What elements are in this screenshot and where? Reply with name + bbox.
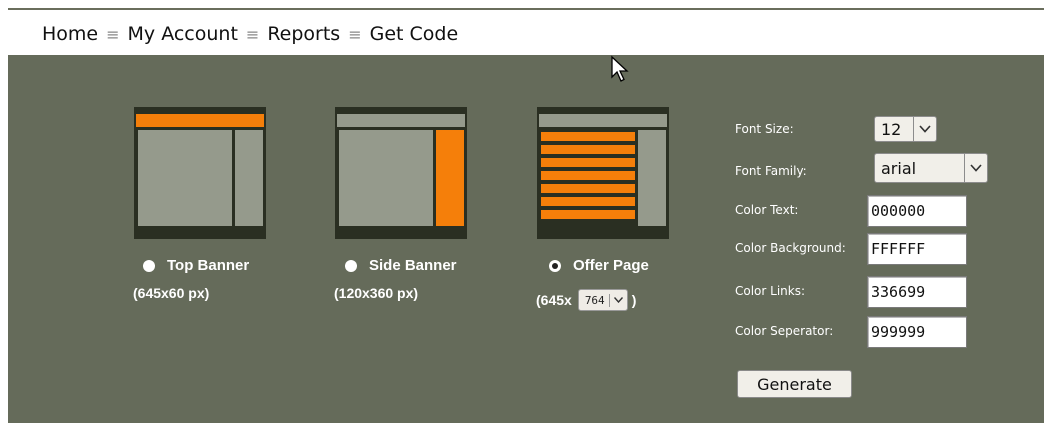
top-divider [8,8,1044,10]
chevron-down-icon [913,117,936,141]
side-banner-radio[interactable] [345,259,357,272]
side-banner-option[interactable]: Side Banner [345,257,457,274]
side-banner-size: (120x360 px) [334,285,419,301]
nav-separator-icon: ≡ [245,24,260,44]
header-block [539,114,667,127]
color-separator-label: Color Seperator: [735,324,834,338]
color-separator-input[interactable]: 999999 [867,316,967,348]
offer-row [541,197,635,206]
side-banner-label: Side Banner [369,257,457,274]
nav-reports[interactable]: Reports [267,23,340,45]
content-block [339,130,433,226]
font-size-select[interactable]: 12 [874,116,937,142]
content-block [138,130,232,226]
nav-home[interactable]: Home [42,23,98,45]
offer-row [541,210,635,219]
color-text-input[interactable]: 000000 [867,195,967,227]
offer-row [541,184,635,193]
nav-my-account[interactable]: My Account [128,23,238,45]
nav-get-code[interactable]: Get Code [370,23,459,45]
offer-row [541,132,635,141]
offer-row [541,158,635,167]
font-family-label: Font Family: [735,164,807,178]
header-block [337,114,465,127]
offer-row [541,171,635,180]
sidebar-block [235,130,263,226]
offer-page-size-prefix: (645x [536,292,572,308]
nav-separator-icon: ≡ [106,24,120,44]
font-family-value: arial [881,158,917,178]
font-size-label: Font Size: [735,122,794,136]
offer-page-option[interactable]: Offer Page [549,257,649,274]
offer-height-value: 764 [579,293,610,307]
side-banner-preview[interactable] [335,107,467,239]
top-banner-size: (645x60 px) [133,285,210,301]
top-banner-preview[interactable] [134,107,266,239]
sidebar-block [638,130,666,226]
font-size-value: 12 [881,119,902,139]
mouse-pointer-icon [610,55,630,87]
banner-block [136,114,264,127]
offer-page-preview[interactable] [537,107,669,239]
top-banner-option[interactable]: Top Banner [143,257,249,274]
offer-height-select[interactable]: 764 [577,289,628,311]
font-family-select[interactable]: arial [874,153,988,183]
top-banner-label: Top Banner [167,257,250,274]
color-links-input[interactable]: 336699 [867,276,967,308]
offer-row [541,145,635,154]
offer-page-size-suffix: ) [631,292,637,308]
color-background-input[interactable]: FFFFFF [867,233,967,265]
color-background-label: Color Background: [735,241,846,255]
chevron-down-icon [610,295,627,306]
offer-page-label: Offer Page [573,257,649,274]
color-text-label: Color Text: [735,203,799,217]
chevron-down-icon [964,154,987,182]
color-links-label: Color Links: [735,284,806,298]
top-banner-radio[interactable] [143,259,155,272]
side-banner-block [436,130,464,226]
main-nav: Home ≡ My Account ≡ Reports ≡ Get Code [42,20,458,48]
offer-page-size: (645x 764 ) [536,289,636,311]
generate-button[interactable]: Generate [737,370,852,398]
offer-page-radio[interactable] [549,259,561,272]
nav-separator-icon: ≡ [348,24,362,44]
